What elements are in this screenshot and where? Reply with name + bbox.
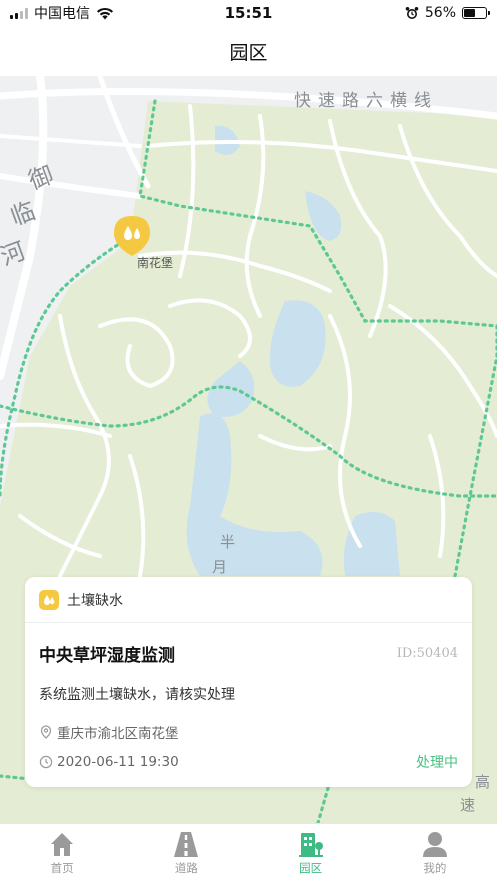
home-icon <box>51 833 74 856</box>
battery-icon <box>462 7 490 19</box>
status-bar: 中国电信 15:51 56% <box>0 0 497 26</box>
poi-label: 南花堡 <box>137 256 174 270</box>
tab-park[interactable]: 园区 <box>249 824 373 883</box>
water-drop-icon <box>39 589 59 610</box>
tab-park-label: 园区 <box>299 861 323 875</box>
alert-card-header: 土壤缺水 <box>25 577 472 623</box>
tab-mine[interactable]: 我的 <box>373 824 497 883</box>
alert-id: ID:50404 <box>396 646 458 661</box>
map-road-label-right-2: 速 <box>460 796 476 814</box>
alert-time-row: 2020-06-11 19:30 处理中 <box>25 752 472 772</box>
map-lake-label-2: 月 <box>212 558 228 576</box>
tab-road[interactable]: 道路 <box>124 824 248 883</box>
alert-title: 中央草坪湿度监测 <box>39 646 175 666</box>
tab-home-label: 首页 <box>50 861 74 875</box>
tab-bar: 首页 道路 园区 我的 <box>0 823 497 883</box>
tab-mine-label: 我的 <box>423 861 447 875</box>
park-icon <box>298 833 323 857</box>
location-pin-icon <box>40 725 52 739</box>
alarm-icon <box>405 7 419 19</box>
alert-title-row: 中央草坪湿度监测 ID:50404 <box>25 641 472 666</box>
map-road-label-right-1: 高 <box>475 773 491 791</box>
alert-time-group: 2020-06-11 19:30 <box>39 754 179 770</box>
screen: 中国电信 15:51 56% 园区 快速路六横线 御 临 河 南花堡 半 月 高… <box>0 0 497 883</box>
clock-icon <box>39 755 53 769</box>
battery-percent: 56% <box>424 5 456 21</box>
status-badge: 处理中 <box>416 755 458 771</box>
navigation-bar: 园区 <box>0 26 497 76</box>
wifi-icon <box>97 7 113 19</box>
map-road-label-top: 快速路六横线 <box>294 91 438 111</box>
tab-road-label: 道路 <box>174 861 198 875</box>
signal-icon <box>10 7 28 19</box>
status-right: 56% <box>405 5 490 21</box>
road-icon <box>174 832 199 857</box>
status-left: 中国电信 <box>10 3 114 23</box>
user-icon <box>422 832 447 857</box>
alert-time: 2020-06-11 19:30 <box>57 754 179 770</box>
carrier-label: 中国电信 <box>34 6 90 22</box>
alert-location-row: 重庆市渝北区南花堡 <box>25 722 472 742</box>
alert-card[interactable]: 土壤缺水 中央草坪湿度监测 ID:50404 系统监测土壤缺水，请核实处理 重庆… <box>25 577 472 787</box>
alert-type: 土壤缺水 <box>67 592 123 609</box>
map-lake-label-1: 半 <box>220 533 236 551</box>
tab-home[interactable]: 首页 <box>0 824 124 883</box>
page-title: 园区 <box>229 41 268 64</box>
alert-location: 重庆市渝北区南花堡 <box>57 726 179 742</box>
alert-description: 系统监测土壤缺水，请核实处理 <box>39 687 235 703</box>
